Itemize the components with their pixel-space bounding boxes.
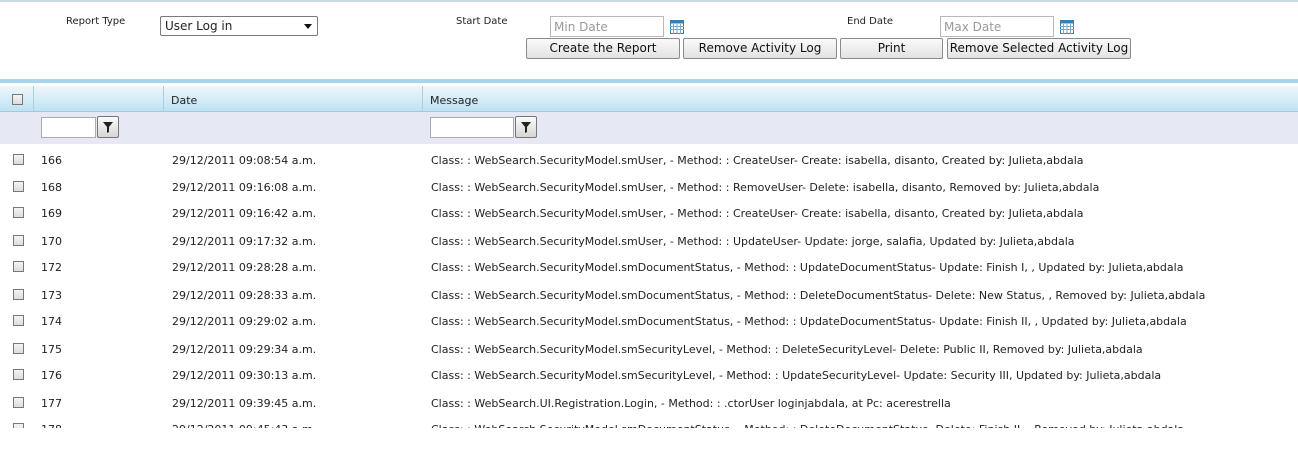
row-checkbox[interactable] <box>13 397 24 408</box>
top-border <box>0 0 1298 2</box>
remove-selected-button[interactable]: Remove Selected Activity Log <box>947 38 1131 59</box>
cell-id: 176 <box>41 369 62 382</box>
table-row[interactable]: 169 29/12/2011 09:16:42 a.m. Class: : WebS… <box>0 200 1298 227</box>
table-row[interactable]: 174 29/12/2011 09:29:02 a.m. Class: : WebS… <box>0 308 1298 335</box>
calendar-icon[interactable] <box>670 20 684 34</box>
cell-id: 172 <box>41 261 62 274</box>
create-report-button[interactable]: Create the Report <box>526 38 680 59</box>
cell-message: Class: : WebSearch.SecurityModel.smDocum… <box>431 315 1187 328</box>
cell-message: Class: : WebSearch.SecurityModel.smUser,… <box>431 181 1100 194</box>
cell-message: Class: : WebSearch.SecurityModel.smDocum… <box>431 423 1184 428</box>
cell-date: 29/12/2011 09:39:45 a.m. <box>172 397 317 410</box>
table-row[interactable]: 166 29/12/2011 09:08:54 a.m. Class: : WebS… <box>0 147 1298 174</box>
table-row[interactable]: 177 29/12/2011 09:39:45 a.m. Class: : WebS… <box>0 390 1298 417</box>
end-date-input[interactable]: Max Date <box>940 16 1054 37</box>
cell-message: Class: : WebSearch.SecurityModel.smUser,… <box>431 235 1075 248</box>
cell-date: 29/12/2011 09:30:13 a.m. <box>172 369 317 382</box>
cell-message: Class: : WebSearch.SecurityModel.smDocum… <box>431 289 1206 302</box>
cell-date: 29/12/2011 09:17:32 a.m. <box>172 235 317 248</box>
cell-id: 173 <box>41 289 62 302</box>
activity-log-grid: Date Message 166 29/12/2011 09:08:54 a.m.… <box>0 86 1298 428</box>
calendar-icon[interactable] <box>1060 20 1074 34</box>
cell-id: 178 <box>41 423 62 428</box>
cell-id: 174 <box>41 315 62 328</box>
remove-activity-log-button[interactable]: Remove Activity Log <box>683 38 837 59</box>
report-type-label: Report Type <box>66 16 126 27</box>
cell-date: 29/12/2011 09:08:54 a.m. <box>172 154 317 167</box>
table-row[interactable]: 168 29/12/2011 09:16:08 a.m. Class: : WebS… <box>0 174 1298 201</box>
filter-icon[interactable] <box>97 116 119 138</box>
cell-date: 29/12/2011 09:28:28 a.m. <box>172 261 317 274</box>
print-button[interactable]: Print <box>840 38 943 59</box>
end-date-label: End Date <box>847 16 894 27</box>
row-checkbox[interactable] <box>13 315 24 326</box>
column-header-date[interactable]: Date <box>164 86 423 112</box>
cell-message: Class: : WebSearch.UI.Registration.Login… <box>431 397 951 410</box>
cell-message: Class: : WebSearch.SecurityModel.smSecur… <box>431 343 1143 356</box>
grid-header: Date Message <box>0 86 1298 112</box>
row-checkbox[interactable] <box>13 207 24 218</box>
id-filter-input[interactable] <box>41 117 96 138</box>
cell-date: 29/12/2011 09:16:08 a.m. <box>172 181 317 194</box>
row-checkbox[interactable] <box>13 154 24 165</box>
table-row[interactable]: 178 29/12/2011 09:45:43 a.m. Class: : WebS… <box>0 416 1298 428</box>
cell-message: Class: : WebSearch.SecurityModel.smSecur… <box>431 369 1162 382</box>
cell-id: 168 <box>41 181 62 194</box>
cell-id: 169 <box>41 207 62 220</box>
cell-date: 29/12/2011 09:16:42 a.m. <box>172 207 317 220</box>
cell-id: 166 <box>41 154 62 167</box>
cell-id: 177 <box>41 397 62 410</box>
select-all-header <box>0 86 34 112</box>
filter-icon[interactable] <box>515 116 537 138</box>
report-type-value: User Log in <box>165 19 233 33</box>
cell-date: 29/12/2011 09:28:33 a.m. <box>172 289 317 302</box>
row-checkbox[interactable] <box>13 369 24 380</box>
row-checkbox[interactable] <box>13 343 24 354</box>
report-type-select[interactable]: User Log in <box>160 16 318 36</box>
table-row[interactable]: 172 29/12/2011 09:28:28 a.m. Class: : WebS… <box>0 254 1298 281</box>
start-date-label: Start Date <box>456 16 508 27</box>
cell-message: Class: : WebSearch.SecurityModel.smDocum… <box>431 261 1184 274</box>
table-row[interactable]: 173 29/12/2011 09:28:33 a.m. Class: : WebS… <box>0 282 1298 309</box>
cell-message: Class: : WebSearch.SecurityModel.smUser,… <box>431 154 1084 167</box>
cell-date: 29/12/2011 09:29:34 a.m. <box>172 343 317 356</box>
cell-date: 29/12/2011 09:29:02 a.m. <box>172 315 317 328</box>
message-filter-input[interactable] <box>430 117 514 138</box>
table-row[interactable]: 175 29/12/2011 09:29:34 a.m. Class: : WebS… <box>0 336 1298 363</box>
cell-id: 175 <box>41 343 62 356</box>
cell-id: 170 <box>41 235 62 248</box>
dropdown-arrow-icon <box>304 24 312 29</box>
separator <box>0 79 1298 83</box>
table-row[interactable]: 176 29/12/2011 09:30:13 a.m. Class: : WebS… <box>0 362 1298 389</box>
row-checkbox[interactable] <box>13 423 24 428</box>
start-date-input[interactable]: Min Date <box>550 16 664 37</box>
row-checkbox[interactable] <box>13 235 24 246</box>
row-checkbox[interactable] <box>13 261 24 272</box>
cell-date: 29/12/2011 09:45:43 a.m. <box>172 423 316 428</box>
table-row[interactable]: 170 29/12/2011 09:17:32 a.m. Class: : WebS… <box>0 228 1298 255</box>
row-checkbox[interactable] <box>13 181 24 192</box>
select-all-checkbox[interactable] <box>12 94 23 105</box>
column-header-id[interactable] <box>34 86 164 112</box>
column-header-message[interactable]: Message <box>423 86 1298 112</box>
cell-message: Class: : WebSearch.SecurityModel.smUser,… <box>431 207 1084 220</box>
filter-row <box>0 112 1298 144</box>
row-checkbox[interactable] <box>13 289 24 300</box>
